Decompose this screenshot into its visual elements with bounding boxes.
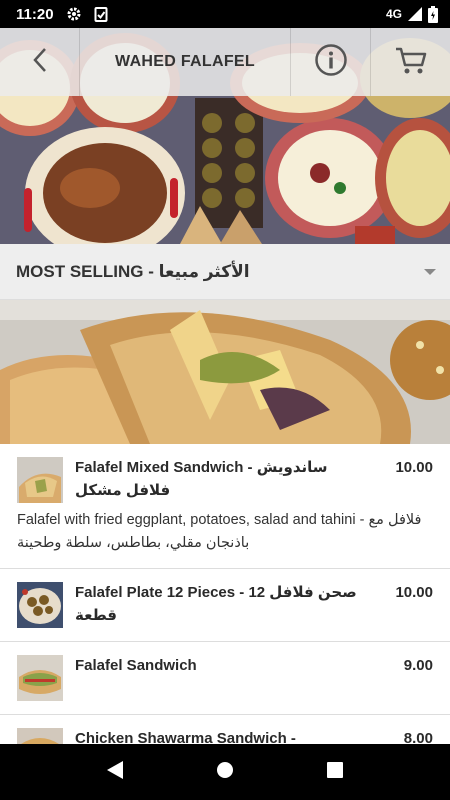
category-selector[interactable]: MOST SELLING - الأكثر مبيعا — [0, 244, 450, 300]
item-thumbnail — [17, 582, 63, 628]
status-bar: 11:20 4G — [0, 0, 450, 28]
menu-item[interactable]: Falafel Sandwich 9.00 — [0, 642, 450, 715]
cart-icon — [394, 45, 428, 80]
item-price: 10.00 — [395, 459, 433, 476]
battery-icon — [428, 5, 438, 23]
network-type: 4G — [385, 7, 402, 21]
item-thumbnail — [17, 457, 63, 503]
back-button[interactable] — [0, 28, 80, 96]
restaurant-title: WAHED FALAFEL — [115, 53, 255, 70]
signal-icon — [408, 7, 422, 21]
home-circle-icon — [216, 761, 234, 784]
menu-item[interactable]: Falafel Mixed Sandwich - ساندويش فلافل م… — [0, 444, 450, 569]
system-nav-bar — [0, 744, 450, 800]
item-price: 9.00 — [403, 657, 433, 674]
category-banner-image — [0, 300, 450, 444]
item-thumbnail — [17, 728, 63, 744]
item-name: Falafel Mixed Sandwich - ساندويش فلافل م… — [75, 459, 328, 499]
item-name: Chicken Shawarma Sandwich - ساندويتش — [75, 730, 296, 744]
settings-icon — [66, 6, 82, 22]
item-name: Falafel Sandwich — [75, 657, 197, 674]
recents-square-icon — [327, 761, 343, 783]
menu-list[interactable]: Falafel Mixed Sandwich - ساندويش فلافل م… — [0, 444, 450, 744]
item-description: Falafel with fried eggplant, potatoes, s… — [17, 512, 422, 551]
cart-button[interactable] — [370, 28, 450, 96]
status-time: 11:20 — [16, 5, 54, 23]
menu-item[interactable]: Falafel Plate 12 Pieces - صحن فلافل 12 ق… — [0, 569, 450, 642]
clipboard-check-icon — [94, 6, 108, 22]
dropdown-arrow-icon — [424, 268, 436, 275]
menu-item[interactable]: Chicken Shawarma Sandwich - ساندويتش 8.0… — [0, 715, 450, 744]
item-thumbnail — [17, 655, 63, 701]
nav-recents-button[interactable] — [315, 752, 355, 792]
nav-home-button[interactable] — [205, 752, 245, 792]
back-triangle-icon — [106, 760, 124, 785]
info-button[interactable] — [290, 28, 370, 96]
back-arrow-icon — [32, 47, 48, 78]
category-label: MOST SELLING - الأكثر مبيعا — [16, 261, 250, 281]
nav-back-button[interactable] — [95, 752, 135, 792]
info-icon — [314, 43, 348, 82]
item-price: 8.00 — [403, 730, 433, 744]
item-name: Falafel Plate 12 Pieces - صحن فلافل 12 ق… — [75, 584, 357, 624]
item-price: 10.00 — [395, 584, 433, 601]
app-header: WAHED FALAFEL — [0, 28, 450, 96]
